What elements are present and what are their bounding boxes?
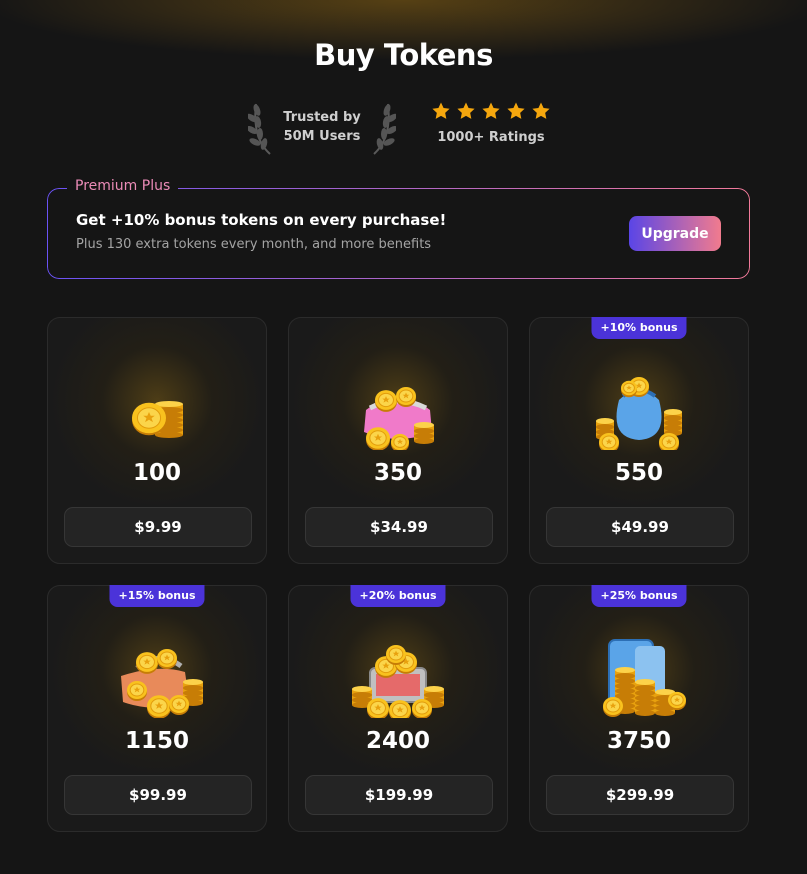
premium-plus-banner: Premium Plus Get +10% bonus tokens on ev… bbox=[47, 178, 750, 279]
token-package-card[interactable]: 100 $9.99 bbox=[47, 317, 267, 564]
star-icon bbox=[532, 102, 550, 119]
coin-bag-icon bbox=[121, 649, 203, 718]
star-icon bbox=[432, 102, 450, 119]
price-button[interactable]: $9.99 bbox=[64, 507, 252, 547]
rating-block: 1000+ Ratings bbox=[425, 101, 557, 145]
bonus-badge: +25% bonus bbox=[591, 585, 687, 607]
page-title: Buy Tokens bbox=[314, 38, 493, 72]
price-button[interactable]: $99.99 bbox=[64, 775, 252, 815]
token-amount: 100 bbox=[132, 460, 181, 486]
token-amount: 3750 bbox=[606, 728, 671, 754]
token-amount: 2400 bbox=[365, 728, 430, 754]
coin-vault-icon bbox=[603, 639, 686, 717]
token-package-card[interactable]: 350 $34.99 bbox=[288, 317, 508, 564]
coin-purse-icon bbox=[364, 387, 434, 450]
token-packages-grid: 100 $9.99 350 $34.99 +10% bonus 550 $49.… bbox=[47, 317, 750, 833]
premium-subtitle: Plus 130 extra tokens every month, and m… bbox=[76, 237, 432, 252]
bonus-badge: +15% bonus bbox=[109, 585, 205, 607]
coin-stack-icon bbox=[132, 401, 183, 438]
premium-title: Get +10% bonus tokens on every purchase! bbox=[76, 211, 447, 229]
trust-badge: Trusted by 50M Users bbox=[248, 98, 396, 156]
bonus-badge: +10% bonus bbox=[591, 317, 687, 339]
token-amount: 350 bbox=[373, 460, 422, 486]
token-package-card[interactable]: +15% bonus 1150 $99.99 bbox=[47, 585, 267, 832]
upgrade-button[interactable]: Upgrade bbox=[629, 216, 721, 251]
price-button[interactable]: $199.99 bbox=[305, 775, 493, 815]
coin-sack-icon bbox=[596, 377, 682, 450]
trust-line-2: 50M Users bbox=[283, 129, 361, 144]
price-button[interactable]: $34.99 bbox=[305, 507, 493, 547]
token-amount: 1150 bbox=[124, 728, 189, 754]
token-amount: 550 bbox=[614, 460, 663, 486]
token-package-card[interactable]: +10% bonus 550 $49.99 bbox=[529, 317, 749, 564]
price-button[interactable]: $49.99 bbox=[546, 507, 734, 547]
price-button[interactable]: $299.99 bbox=[546, 775, 734, 815]
star-icon bbox=[482, 102, 500, 119]
premium-legend: Premium Plus bbox=[67, 178, 179, 194]
coin-chest-icon bbox=[352, 645, 444, 718]
star-rating bbox=[425, 101, 557, 121]
rating-label: 1000+ Ratings bbox=[437, 130, 545, 145]
star-icon bbox=[507, 102, 525, 119]
token-package-card[interactable]: +25% bonus 3750 $299.99 bbox=[529, 585, 749, 832]
bonus-badge: +20% bonus bbox=[350, 585, 446, 607]
token-package-card[interactable]: +20% bonus 2400 $199.99 bbox=[288, 585, 508, 832]
star-icon bbox=[457, 102, 475, 119]
trust-line-1: Trusted by bbox=[283, 110, 361, 125]
laurel-icon bbox=[373, 103, 396, 155]
